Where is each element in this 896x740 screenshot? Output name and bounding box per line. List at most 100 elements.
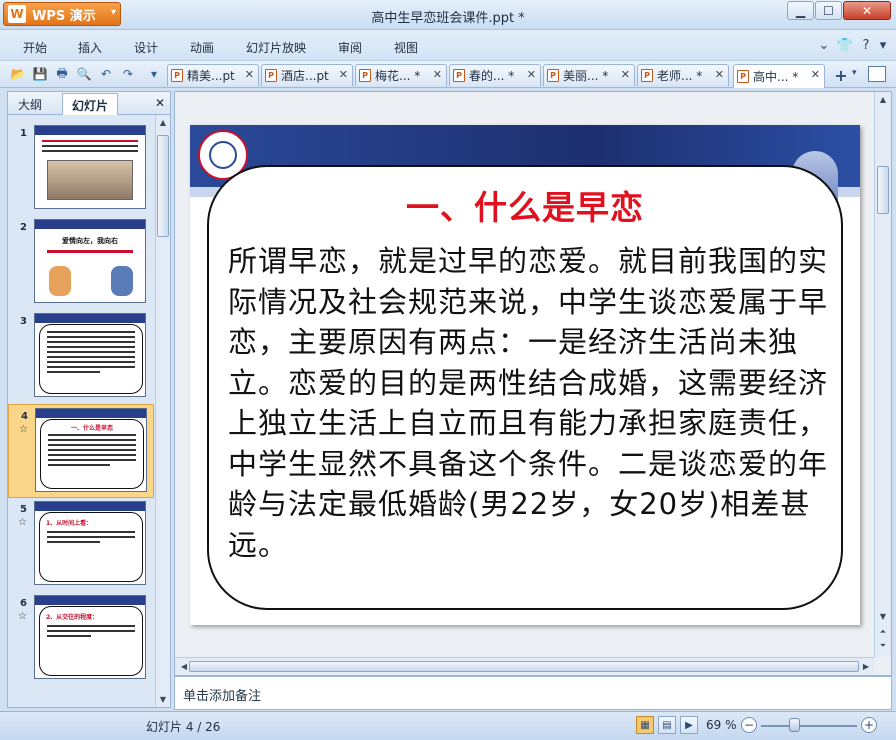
close-tab-icon[interactable]: ✕ [527, 68, 536, 81]
thumbnail-shape [39, 324, 143, 394]
doc-tab-label: 美丽... * [563, 69, 609, 83]
close-button[interactable]: ✕ [843, 1, 891, 20]
thumbnail-shape: 1、从时间上看： [39, 512, 143, 582]
slide-thumbnail-5[interactable]: 5 ☆ 1、从时间上看： [8, 498, 154, 592]
open-folder-icon[interactable]: 📂 [10, 66, 26, 82]
skin-icon[interactable]: 👕 [836, 36, 854, 54]
undo-icon[interactable]: ↶ [98, 66, 114, 82]
minimize-button[interactable]: ▁ [787, 1, 814, 20]
slide-counter: 幻灯片 4 / 26 [146, 720, 221, 734]
close-icon[interactable]: ✕ [155, 96, 165, 110]
customize-toolbar-icon[interactable]: ▾ [146, 66, 162, 82]
doc-tab-active[interactable]: P 高中... * ✕ [733, 64, 825, 88]
save-icon[interactable]: 💾 [32, 66, 48, 82]
zoom-slider-handle[interactable] [789, 718, 801, 732]
menu-design[interactable]: 设计 [134, 39, 158, 56]
thumbnail-text [47, 625, 135, 640]
zoom-in-icon[interactable]: + [861, 717, 877, 733]
thumbnail-scrollbar[interactable]: ▲ ▼ [155, 115, 170, 707]
notes-placeholder[interactable]: 单击添加备注 [183, 685, 261, 704]
slideshow-icon[interactable]: ▶ [680, 716, 698, 734]
close-tab-icon[interactable]: ✕ [811, 68, 820, 81]
notes-pane[interactable]: 单击添加备注 [174, 676, 892, 710]
previous-slide-icon[interactable]: ⏶ [876, 627, 890, 637]
menu-slideshow[interactable]: 幻灯片放映 [246, 39, 306, 56]
thumbnail-title: 爱情向左，我向右 [62, 237, 118, 245]
menu-home[interactable]: 开始 [23, 39, 47, 56]
thumbnail-text [48, 434, 136, 469]
doc-tab-6[interactable]: P 老师... * ✕ [637, 64, 729, 86]
vertical-scrollbar[interactable]: ▲ ▼ ⏶ ⏷ [874, 92, 891, 657]
slide-number: 6 [20, 598, 27, 609]
doc-tab-label: 酒店...pt [281, 69, 329, 83]
close-tab-icon[interactable]: ✕ [339, 68, 348, 81]
maximize-button[interactable]: ☐ [815, 1, 842, 20]
chevron-down-icon[interactable]: ▾ [852, 68, 857, 78]
slide-thumbnail-3[interactable]: 3 [8, 310, 154, 404]
doc-tab-3[interactable]: P 梅花... * ✕ [355, 64, 447, 86]
thumbnail-list: 1 2 爱情向左，我向右 3 4 ☆ 一、什么是早恋 5 ☆ 1、从时间上看： … [8, 115, 154, 707]
ppt-file-icon: P [171, 69, 183, 82]
thumbnail-text [42, 140, 138, 155]
tab-outline[interactable]: 大纲 [18, 96, 42, 113]
thumbnail-photo [47, 160, 133, 200]
window-switch-icon[interactable] [868, 66, 886, 82]
doc-tab-label: 精美...pt [187, 69, 235, 83]
zoom-value[interactable]: 69 % [706, 718, 737, 732]
doc-tab-label: 梅花... * [375, 69, 421, 83]
menu-review[interactable]: 审阅 [338, 39, 362, 56]
thumbnail-header [36, 409, 146, 418]
close-tab-icon[interactable]: ✕ [715, 68, 724, 81]
next-slide-icon[interactable]: ⏷ [876, 641, 890, 651]
menu-bar: 开始 插入 设计 动画 幻灯片放映 审阅 视图 ⌄ 👕 ? ▾ [0, 30, 896, 60]
doc-tab-4[interactable]: P 春的... * ✕ [449, 64, 541, 86]
animation-star-icon: ☆ [19, 424, 28, 435]
close-tab-icon[interactable]: ✕ [621, 68, 630, 81]
zoom-slider[interactable] [761, 725, 857, 727]
scrollbar-thumb[interactable] [157, 135, 169, 237]
menu-view[interactable]: 视图 [394, 39, 418, 56]
redo-icon[interactable]: ↷ [120, 66, 136, 82]
thumbnail-header [35, 596, 145, 605]
scroll-up-icon[interactable]: ▲ [876, 95, 890, 104]
rounded-text-box[interactable]: 一、什么是早恋 所谓早恋，就是过早的恋爱。就目前我国的实际情况及社会规范来说，中… [207, 165, 843, 610]
slide-number: 1 [20, 128, 27, 139]
pane-tabs: 大纲 幻灯片 ✕ [8, 92, 170, 115]
close-tab-icon[interactable]: ✕ [433, 68, 442, 81]
collapse-ribbon-icon[interactable]: ⌄ [815, 36, 833, 54]
scroll-right-icon[interactable]: ▶ [859, 662, 873, 671]
tab-slides[interactable]: 幻灯片 [62, 93, 118, 115]
slide-sorter-icon[interactable]: ▤ [658, 716, 676, 734]
current-slide[interactable]: 一、什么是早恋 所谓早恋，就是过早的恋爱。就目前我国的实际情况及社会规范来说，中… [190, 125, 860, 625]
chevron-down-icon[interactable]: ▾ [874, 36, 892, 54]
slide-body-text[interactable]: 所谓早恋，就是过早的恋爱。就目前我国的实际情况及社会规范来说，中学生谈恋爱属于早… [228, 241, 828, 565]
scroll-down-icon[interactable]: ▼ [156, 695, 170, 704]
doc-tab-1[interactable]: P 精美...pt ✕ [167, 64, 259, 86]
menu-animation[interactable]: 动画 [190, 39, 214, 56]
slide-thumbnail-2[interactable]: 2 爱情向左，我向右 [8, 216, 154, 310]
print-icon[interactable]: 🖶 [54, 66, 70, 82]
doc-tab-2[interactable]: P 酒店...pt ✕ [261, 64, 353, 86]
help-icon[interactable]: ? [857, 36, 875, 54]
thumbnail-shape: 2、从交往的程度： [39, 606, 143, 676]
scroll-down-icon[interactable]: ▼ [876, 612, 890, 621]
ppt-file-icon: P [737, 70, 749, 83]
scrollbar-thumb[interactable] [189, 661, 859, 672]
doc-tab-label: 春的... * [469, 69, 515, 83]
scroll-up-icon[interactable]: ▲ [156, 118, 170, 127]
zoom-out-icon[interactable]: − [741, 717, 757, 733]
scrollbar-thumb[interactable] [877, 166, 889, 214]
print-preview-icon[interactable]: 🔍 [76, 66, 92, 82]
slide-thumbnail-4[interactable]: 4 ☆ 一、什么是早恋 [8, 404, 154, 498]
thumbnail-header [35, 126, 145, 135]
menu-insert[interactable]: 插入 [78, 39, 102, 56]
quick-access-toolbar: 📂 💾 🖶 🔍 ↶ ↷ ▾ P 精美...pt ✕ P 酒店...pt ✕ P … [0, 60, 896, 88]
close-tab-icon[interactable]: ✕ [245, 68, 254, 81]
new-tab-icon[interactable]: + [832, 66, 850, 85]
doc-tab-5[interactable]: P 美丽... * ✕ [543, 64, 635, 86]
slide-thumbnail-1[interactable]: 1 [8, 122, 154, 216]
horizontal-scrollbar[interactable]: ◀ ▶ [175, 657, 874, 675]
slide-thumbnail-6[interactable]: 6 ☆ 2、从交往的程度： [8, 592, 154, 686]
slide-title[interactable]: 一、什么是早恋 [209, 181, 841, 229]
normal-view-icon[interactable]: ▦ [636, 716, 654, 734]
